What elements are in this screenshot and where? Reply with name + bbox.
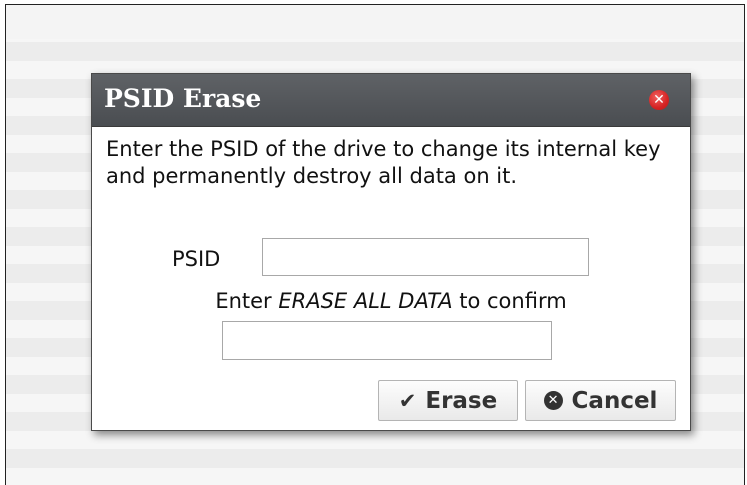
dialog-titlebar[interactable]: PSID Erase ✕ <box>92 74 690 127</box>
confirm-label-prefix: Enter <box>215 289 279 313</box>
times-circle-icon: ✕ <box>543 391 563 410</box>
erase-button-label: Erase <box>425 387 498 414</box>
dialog-description: Enter the PSID of the drive to change it… <box>106 137 661 188</box>
confirm-keyword: ERASE ALL DATA <box>278 289 453 313</box>
background-top-band <box>6 5 744 39</box>
cancel-button[interactable]: ✕ Cancel <box>525 380 676 421</box>
confirm-label: Enter ERASE ALL DATA to confirm <box>92 288 690 314</box>
erase-button[interactable]: ✔ Erase <box>378 380 518 421</box>
background-window: PSID Erase ✕ Enter the PSID of the drive… <box>5 4 745 485</box>
cancel-button-label: Cancel <box>571 387 658 414</box>
check-icon: ✔ <box>398 388 417 413</box>
dialog-title: PSID Erase <box>104 84 262 113</box>
close-icon[interactable]: ✕ <box>649 90 669 110</box>
psid-input[interactable] <box>262 238 589 276</box>
psid-label: PSID <box>172 247 221 271</box>
confirm-label-suffix: to confirm <box>452 289 567 313</box>
confirm-input[interactable] <box>222 321 552 360</box>
psid-erase-dialog: PSID Erase ✕ Enter the PSID of the drive… <box>91 73 691 431</box>
